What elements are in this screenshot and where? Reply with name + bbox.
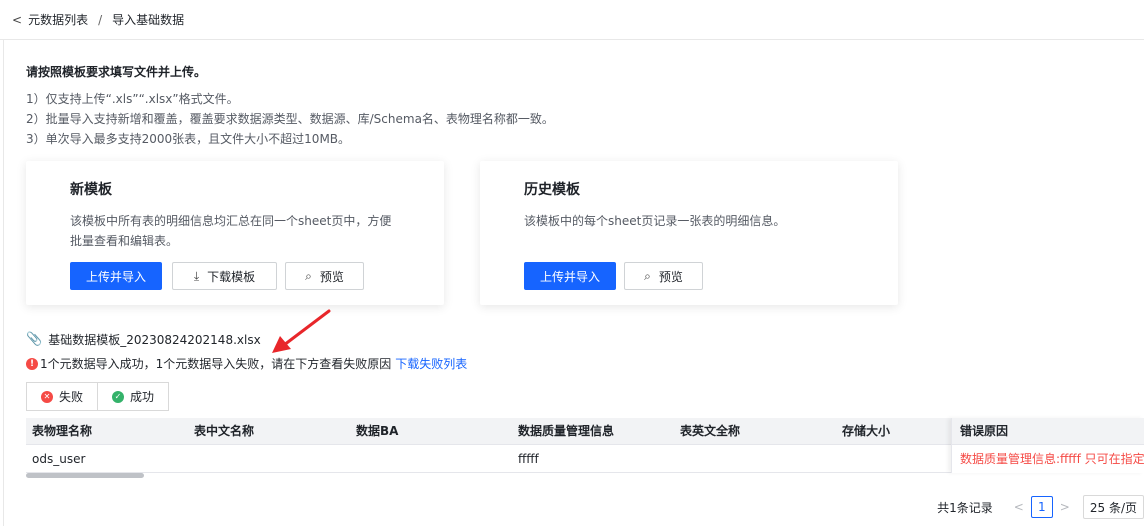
history-template-card: 历史模板 该模板中的每个sheet页记录一张表的明细信息。 上传并导入 ⌕ 预览 — [480, 161, 898, 305]
download-template-button[interactable]: ⤓ 下载模板 — [172, 262, 277, 290]
card-desc-line: 该模板中所有表的明细信息均汇总在同一个sheet页中，方便 — [70, 214, 392, 228]
table-cell: ods_user — [32, 452, 86, 466]
failed-table: 表物理名称 表中文名称 数据BA 数据质量管理信息 表英文全称 存储大小 ods… — [26, 418, 1144, 473]
page-size-select[interactable]: 25 条/页 — [1082, 495, 1144, 519]
column-header: 表物理名称 — [32, 424, 93, 438]
column-header: 错误原因 — [952, 418, 1144, 445]
import-result-message: ! 1个元数据导入成功，1个元数据导入失败，请在下方查看失败原因 下载失败列表 — [26, 355, 467, 372]
button-label: 预览 — [319, 269, 344, 284]
preview-button[interactable]: ⌕ 预览 — [285, 262, 364, 290]
column-header: 存储大小 — [842, 424, 891, 438]
result-tabs: ✕ 失败 ✓ 成功 — [26, 382, 170, 411]
breadcrumb-parent[interactable]: 元数据列表 — [28, 11, 88, 28]
button-label: 下载模板 — [207, 269, 256, 284]
tip-1: 1）仅支持上传“.xls”“.xlsx”格式文件。 — [26, 92, 239, 106]
preview-button[interactable]: ⌕ 预览 — [624, 262, 703, 290]
chevron-left-icon: < — [12, 12, 23, 27]
column-header: 表英文全称 — [680, 424, 741, 438]
tab-label: 失败 — [59, 390, 84, 404]
breadcrumb-back-link[interactable]: < 元数据列表 — [12, 11, 88, 28]
tab-failed[interactable]: ✕ 失败 — [27, 383, 98, 410]
failed-icon: ✕ — [41, 390, 53, 403]
tab-label: 成功 — [130, 390, 155, 404]
breadcrumb: < 元数据列表 / 导入基础数据 — [0, 0, 1144, 40]
column-header: 表中文名称 — [194, 424, 255, 438]
button-label: 预览 — [658, 269, 683, 284]
prev-page-icon[interactable]: < — [1014, 500, 1024, 514]
upload-import-button[interactable]: 上传并导入 — [70, 262, 162, 290]
upload-import-button[interactable]: 上传并导入 — [524, 262, 616, 290]
result-text: 1个元数据导入成功，1个元数据导入失败，请在下方查看失败原因 — [40, 357, 392, 371]
uploaded-file[interactable]: 📎 基础数据模板_20230824202148.xlsx — [26, 331, 261, 348]
page-number[interactable]: 1 — [1030, 496, 1053, 518]
column-header: 数据BA — [356, 424, 399, 438]
fixed-error-column: 错误原因 数据质量管理信息:fffff 只可在指定 — [951, 418, 1144, 473]
divider — [3, 40, 4, 526]
paperclip-icon: 📎 — [26, 332, 43, 347]
preview-icon: ⌕ — [305, 268, 312, 283]
button-label: 上传并导入 — [85, 269, 146, 284]
breadcrumb-separator: / — [98, 12, 103, 27]
button-label: 上传并导入 — [539, 269, 600, 284]
pagination: 共1条记录 < 1 > 25 条/页 — [937, 495, 1144, 519]
file-name: 基础数据模板_20230824202148.xlsx — [48, 333, 261, 347]
intro-title: 请按照模板要求填写文件并上传。 — [26, 65, 207, 79]
card-desc-line: 批量查看和编辑表。 — [70, 234, 179, 248]
column-header: 数据质量管理信息 — [518, 424, 615, 438]
new-template-card: 新模板 该模板中所有表的明细信息均汇总在同一个sheet页中，方便 批量查看和编… — [26, 161, 444, 305]
table-cell: fffff — [518, 452, 539, 466]
next-page-icon[interactable]: > — [1060, 500, 1070, 514]
tip-2: 2）批量导入支持新增和覆盖，覆盖要求数据源类型、数据源、库/Schema名、表物… — [26, 112, 554, 126]
card-description: 该模板中所有表的明细信息均汇总在同一个sheet页中，方便 批量查看和编辑表。 — [70, 211, 391, 251]
card-desc-line: 该模板中的每个sheet页记录一张表的明细信息。 — [524, 214, 786, 228]
download-fail-list-link[interactable]: 下载失败列表 — [395, 355, 467, 372]
download-icon: ⤓ — [193, 268, 200, 283]
error-icon: ! — [26, 357, 38, 370]
tip-3: 3）单次导入最多支持2000张表，且文件大小不超过10MB。 — [26, 132, 351, 146]
tab-success[interactable]: ✓ 成功 — [97, 383, 169, 410]
success-icon: ✓ — [112, 390, 125, 403]
horizontal-scrollbar[interactable] — [26, 473, 144, 478]
card-title: 新模板 — [70, 182, 112, 198]
arrow-head — [272, 336, 291, 353]
arrow-shaft — [282, 309, 331, 347]
card-title: 历史模板 — [524, 182, 580, 198]
card-description: 该模板中的每个sheet页记录一张表的明细信息。 — [524, 211, 785, 231]
total-count: 共1条记录 — [937, 500, 993, 515]
preview-icon: ⌕ — [644, 268, 651, 283]
error-reason-cell: 数据质量管理信息:fffff 只可在指定 — [952, 445, 1144, 473]
breadcrumb-current: 导入基础数据 — [112, 13, 185, 27]
